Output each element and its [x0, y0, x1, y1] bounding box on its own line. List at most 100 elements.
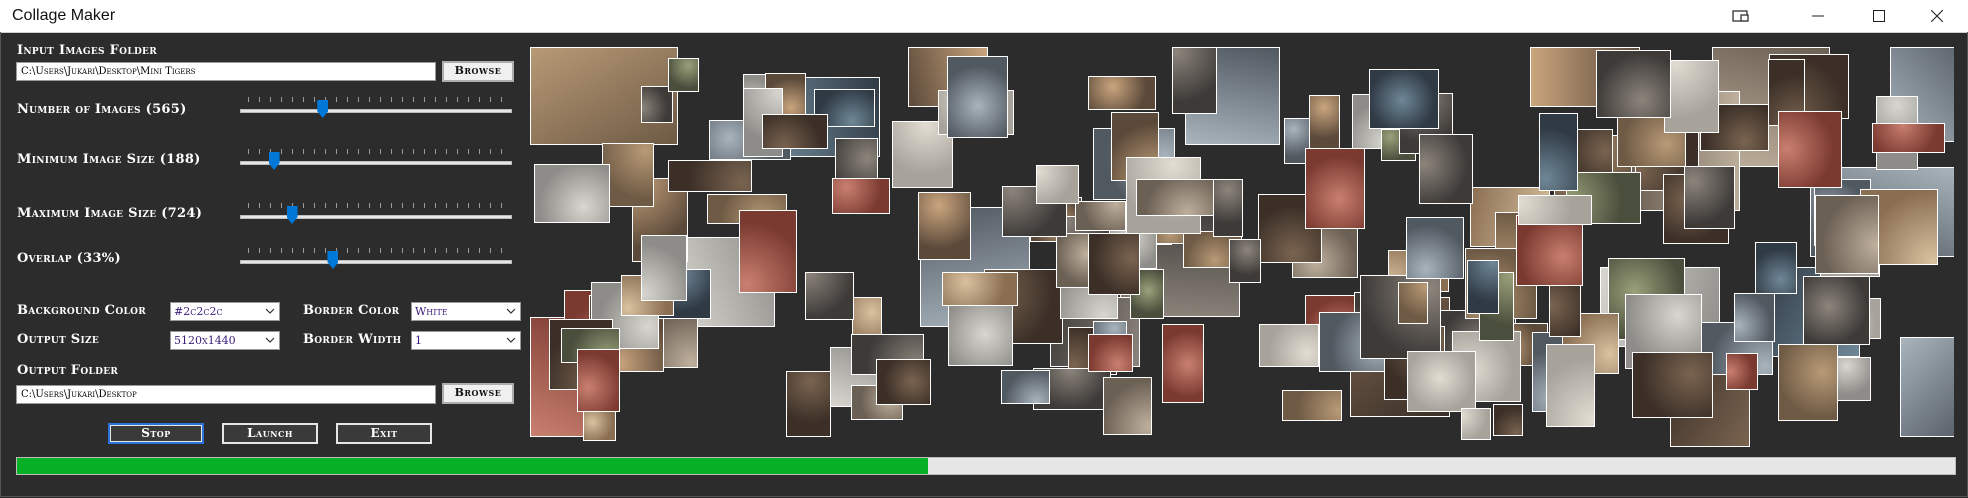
- stop-button[interactable]: Stop: [108, 423, 204, 444]
- collage-tile: [1726, 353, 1758, 390]
- collage-tile: [1229, 239, 1261, 283]
- collage-tile: [1684, 166, 1735, 229]
- slider-ticks: [248, 248, 504, 253]
- slider-thumb[interactable]: [327, 251, 339, 269]
- collage-tile: [1900, 337, 1954, 437]
- collage-tile: [1467, 260, 1499, 314]
- chevron-down-icon: [506, 337, 516, 343]
- slider-track: [240, 161, 512, 165]
- collage-tile: [1778, 344, 1838, 421]
- maximum-image-size-label: Maximum Image Size (724): [17, 206, 203, 221]
- slider-ticks: [248, 203, 504, 208]
- overlap-slider[interactable]: [240, 246, 512, 276]
- collage-tile: [786, 371, 831, 437]
- input-folder-label: Input Images Folder: [17, 43, 157, 58]
- slider-track: [240, 260, 512, 264]
- collage-tile: [668, 58, 699, 92]
- collage-tile: [1778, 111, 1842, 188]
- output-size-label: Output Size: [17, 332, 100, 347]
- slider-ticks: [248, 149, 504, 154]
- collage-tile: [1369, 69, 1439, 129]
- collage-tile: [1282, 390, 1342, 421]
- collage-tile: [1872, 123, 1945, 153]
- collage-tile: [1398, 282, 1428, 324]
- slider-thumb[interactable]: [268, 152, 280, 170]
- input-folder-field[interactable]: C:\Users\Jukari\Desktop\Mini Tigers: [16, 62, 436, 81]
- border-width-value: 1: [415, 334, 422, 347]
- collage-tile: [762, 114, 828, 149]
- number-of-images-label: Number of Images (565): [17, 102, 187, 117]
- number-of-images-slider[interactable]: [240, 95, 512, 125]
- collage-tile: [1596, 50, 1671, 118]
- collage-tile: [1815, 195, 1879, 274]
- collage-tile: [1407, 351, 1476, 412]
- collage-tile: [1036, 165, 1079, 204]
- window-title: Collage Maker: [12, 7, 116, 24]
- collage-tile: [1461, 408, 1491, 440]
- collage-tile: [1664, 60, 1719, 133]
- chevron-down-icon: [265, 308, 275, 314]
- output-size-select[interactable]: 5120x1440: [170, 331, 280, 350]
- collage-tile: [1103, 377, 1152, 435]
- collage-tile: [942, 272, 1018, 306]
- border-color-value: White: [415, 305, 448, 318]
- collage-tile: [668, 160, 752, 192]
- collage-tile: [1803, 276, 1870, 345]
- slider-track: [240, 215, 512, 219]
- minimum-image-size-label: Minimum Image Size (188): [17, 152, 201, 167]
- collage-tile: [1419, 134, 1473, 204]
- chevron-down-icon: [506, 308, 516, 314]
- collage-tile: [1309, 95, 1340, 150]
- collage-tile: [1493, 404, 1523, 436]
- collage-tile: [1734, 293, 1775, 342]
- collage-tile: [918, 192, 971, 260]
- collage-tile: [1406, 217, 1464, 279]
- restore-screen-icon[interactable]: [1712, 0, 1769, 32]
- collage-tile: [1075, 201, 1126, 231]
- collage-tile: [534, 164, 610, 223]
- collage-tile: [1837, 357, 1871, 401]
- slider-thumb[interactable]: [317, 100, 329, 118]
- slider-thumb[interactable]: [286, 206, 298, 224]
- border-color-select[interactable]: White: [411, 302, 521, 321]
- collage-tile: [1546, 344, 1595, 427]
- title-bar: Collage Maker: [0, 0, 1968, 33]
- collage-tile: [1539, 113, 1578, 191]
- browse-output-button[interactable]: Browse: [442, 383, 514, 404]
- collage-tile: [577, 349, 620, 412]
- collage-tile: [1516, 215, 1583, 286]
- border-width-select[interactable]: 1: [411, 331, 521, 350]
- minimum-image-size-slider[interactable]: [240, 147, 512, 177]
- minimize-icon[interactable]: [1789, 0, 1846, 32]
- border-width-label: Border Width: [303, 332, 402, 347]
- collage-tile: [1518, 195, 1592, 225]
- collage-tile: [1162, 324, 1204, 403]
- exit-button[interactable]: Exit: [336, 423, 432, 444]
- background-color-value: #2c2c2c: [174, 305, 223, 318]
- browse-input-button[interactable]: Browse: [442, 61, 514, 82]
- slider-track: [240, 109, 512, 113]
- output-folder-field[interactable]: C:\Users\Jukari\Desktop: [16, 385, 436, 404]
- launch-button[interactable]: Launch: [222, 423, 318, 444]
- collage-preview: [530, 47, 1954, 448]
- background-color-select[interactable]: #2c2c2c: [170, 302, 280, 321]
- collage-tile: [739, 210, 797, 293]
- maximum-image-size-slider[interactable]: [240, 201, 512, 231]
- collage-tile: [1088, 334, 1133, 372]
- progress-fill: [17, 458, 928, 474]
- output-folder-label: Output Folder: [17, 363, 119, 378]
- collage-tile: [1001, 370, 1050, 404]
- chevron-down-icon: [265, 337, 275, 343]
- collage-tile: [1259, 324, 1319, 367]
- close-icon[interactable]: [1908, 0, 1965, 32]
- collage-tile: [1088, 76, 1156, 110]
- collage-tile: [947, 56, 1008, 138]
- background-color-label: Background Color: [17, 303, 147, 318]
- slider-ticks: [248, 97, 504, 102]
- collage-tile: [876, 359, 931, 405]
- collage-tile: [1172, 47, 1217, 114]
- maximize-icon[interactable]: [1850, 0, 1907, 32]
- collage-tile: [805, 272, 854, 320]
- collage-tile: [832, 178, 890, 214]
- progress-bar: [16, 457, 1956, 475]
